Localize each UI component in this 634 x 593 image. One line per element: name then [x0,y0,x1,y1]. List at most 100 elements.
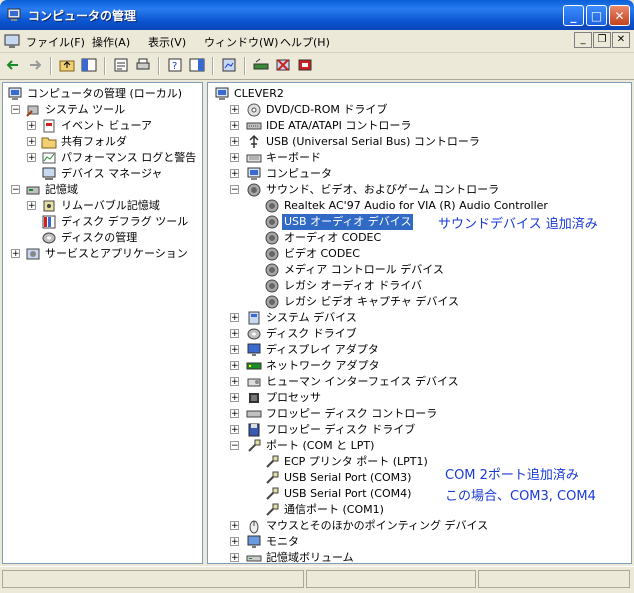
help-icon[interactable]: ? [166,56,184,74]
device-item-26[interactable]: + マウスとそのほかのポインティング デバイス [208,518,631,534]
expander-icon[interactable]: + [11,249,20,259]
device-item-21[interactable]: − ポート (COM と LPT) [208,438,631,454]
expander-icon[interactable]: + [230,425,239,435]
device-item-20[interactable]: + フロッピー ディスク ドライブ [208,422,631,438]
expander-icon[interactable]: + [230,345,239,355]
expander-icon[interactable]: + [230,537,239,547]
tree-root[interactable]: コンピュータの管理 (ローカル) [3,86,202,102]
expander-icon[interactable]: − [11,105,20,115]
device-item-4[interactable]: + コンピュータ [208,166,631,182]
device-item-14[interactable]: + ディスク ドライブ [208,326,631,342]
device-item-16[interactable]: + ネットワーク アダプタ [208,358,631,374]
tree-device-manager[interactable]: デバイス マネージャ [3,166,202,182]
annotation-com-1: COM 2ポート追加済み [445,468,579,483]
keyboard-icon [246,154,262,163]
usb-icon [249,134,259,148]
device-item-27[interactable]: + モニタ [208,534,631,550]
tree-disk-mgmt[interactable]: ディスクの管理 [3,230,202,246]
tree-system-tools[interactable]: − システム ツール [3,102,202,118]
device-item-26-label: マウスとそのほかのポインティング デバイス [266,519,489,532]
expander-icon[interactable]: + [230,137,239,147]
expander-icon[interactable]: − [230,185,239,195]
expander-icon[interactable]: + [27,137,36,147]
view-icon[interactable] [188,56,206,74]
device-item-5[interactable]: − サウンド、ビデオ、およびゲーム コントローラ [208,182,631,198]
device-item-9-label: ビデオ CODEC [284,247,360,260]
expander-icon[interactable]: + [230,377,239,387]
status-bar [0,566,634,593]
uninstall-icon[interactable] [274,56,292,74]
expander-icon[interactable]: + [230,521,239,531]
expander-icon[interactable]: + [230,153,239,163]
up-folder-icon[interactable] [58,56,76,74]
title-bar[interactable]: コンピュータの管理 _ □ ✕ [0,0,634,30]
expander-icon[interactable]: + [230,409,239,419]
annotation-sound: サウンドデバイス 追加済み [438,217,598,232]
print-icon[interactable] [134,56,152,74]
expander-icon[interactable]: − [11,185,20,195]
expander-icon[interactable]: + [230,553,239,563]
minimize-button[interactable]: _ [563,5,584,26]
menu-action[interactable]: 操作(A) [92,34,130,50]
expander-icon[interactable]: + [27,121,36,131]
storage-icon [26,186,40,195]
device-item-15[interactable]: + ディスプレイ アダプタ [208,342,631,358]
expander-icon[interactable]: + [230,393,239,403]
port-device-icon [266,503,279,516]
device-item-0[interactable]: + DVD/CD-ROM ドライブ [208,102,631,118]
mdi-minimize-button[interactable]: _ [574,32,592,48]
tree-perf-logs[interactable]: + パフォーマンス ログと警告 [3,150,202,166]
device-item-16-label: ネットワーク アダプタ [266,359,380,372]
device-item-25[interactable]: 通信ポート (COM1) [208,502,631,518]
properties-icon[interactable] [112,56,130,74]
device-item-18[interactable]: + プロセッサ [208,390,631,406]
device-item-13[interactable]: + システム デバイス [208,310,631,326]
back-icon[interactable] [4,56,22,74]
menu-view[interactable]: 表示(V) [148,34,186,50]
disable-icon[interactable] [296,56,314,74]
device-item-6[interactable]: Realtek AC'97 Audio for VIA (R) Audio Co… [208,198,631,214]
mdi-restore-button[interactable]: ❐ [593,32,611,48]
expander-icon[interactable]: + [230,313,239,323]
expander-icon[interactable]: + [230,361,239,371]
expander-icon[interactable]: + [230,121,239,131]
tree-services[interactable]: + サービスとアプリケーション [3,246,202,262]
show-hide-tree-icon[interactable] [80,56,98,74]
expander-icon[interactable]: + [27,153,36,163]
tree-shared-folders[interactable]: + 共有フォルダ [3,134,202,150]
dvd-icon [247,103,261,117]
device-item-8[interactable]: オーディオ CODEC [208,230,631,246]
expander-icon[interactable]: + [27,201,36,211]
maximize-button[interactable]: □ [586,5,607,26]
device-item-11[interactable]: レガシ オーディオ ドライバ [208,278,631,294]
menu-window[interactable]: ウィンドウ(W) [204,34,278,50]
expander-icon[interactable]: + [230,105,239,115]
console-tree-pane[interactable]: コンピュータの管理 (ローカル) − システム ツール + イベント ビューア + 共有フォ… [2,82,203,564]
device-item-17[interactable]: + ヒューマン インターフェイス デバイス [208,374,631,390]
device-item-12[interactable]: レガシ ビデオ キャプチャ デバイス [208,294,631,310]
menu-file[interactable]: ファイル(F) [26,34,85,50]
device-root[interactable]: CLEVER2 [208,86,631,102]
mmc-icon[interactable] [4,33,20,49]
tree-removable[interactable]: + リムーバブル記憶域 [3,198,202,214]
device-item-21-label: ポート (COM と LPT) [266,439,375,452]
device-item-10[interactable]: メディア コントロール デバイス [208,262,631,278]
mdi-close-button[interactable]: ✕ [612,32,630,48]
device-item-3[interactable]: + キーボード [208,150,631,166]
expander-icon[interactable]: − [230,441,239,451]
tree-storage[interactable]: − 記憶域 [3,182,202,198]
device-item-1[interactable]: + IDE ATA/ATAPI コントローラ [208,118,631,134]
device-item-28[interactable]: + 記憶域ボリューム [208,550,631,566]
device-item-2[interactable]: + USB (Universal Serial Bus) コントローラ [208,134,631,150]
tree-event-viewer[interactable]: + イベント ビューア [3,118,202,134]
expander-icon[interactable]: + [230,329,239,339]
expander-icon[interactable]: + [230,169,239,179]
update-driver-icon[interactable] [252,56,270,74]
device-item-19[interactable]: + フロッピー ディスク コントローラ [208,406,631,422]
menu-help[interactable]: ヘルプ(H) [280,34,330,50]
tree-defrag[interactable]: ディスク デフラグ ツール [3,214,202,230]
forward-icon[interactable] [26,56,44,74]
scan-hardware-icon[interactable] [220,56,238,74]
device-item-9[interactable]: ビデオ CODEC [208,246,631,262]
close-button[interactable]: ✕ [609,5,630,26]
